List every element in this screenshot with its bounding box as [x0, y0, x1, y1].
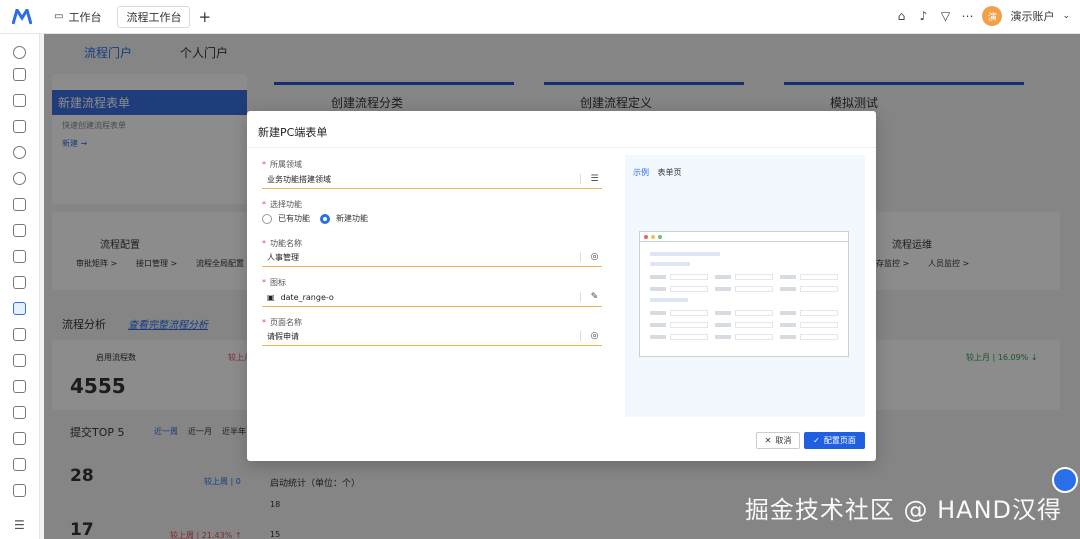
- sidebar-icon[interactable]: [13, 406, 26, 419]
- tab-process-workbench[interactable]: 流程工作台: [117, 5, 191, 28]
- preview-header: 示例 表单页: [633, 167, 682, 178]
- collapse-icon[interactable]: ☰: [14, 518, 25, 532]
- user-name[interactable]: 演示账户: [1010, 8, 1054, 24]
- form-preview: 示例 表单页: [625, 155, 865, 417]
- close-icon: ✕: [764, 436, 772, 445]
- new-pc-form-dialog: 新建PC端表单 * 所属领域 业务功能搭建领域 ☰ * 选择功能 已有功能 新建功能…: [247, 111, 876, 461]
- globe-icon[interactable]: ◎: [580, 331, 598, 341]
- top-right-tools: ⌂ ♪ ▽ ⋯ 演 演示账户 ⌄: [894, 6, 1070, 26]
- sidebar-icon[interactable]: [13, 432, 26, 445]
- sidebar-icon[interactable]: [13, 276, 26, 289]
- radio-existing[interactable]: [262, 213, 272, 224]
- icon-field[interactable]: ▣ date_range-o ✎: [262, 289, 602, 307]
- mock-titlebar: [640, 232, 848, 242]
- sidebar-icon[interactable]: [13, 68, 26, 81]
- more-icon[interactable]: ⋯: [960, 9, 974, 23]
- sidebar-icon[interactable]: [13, 484, 26, 497]
- chevron-down-icon[interactable]: ⌄: [1062, 11, 1070, 21]
- cancel-button[interactable]: ✕ 取消: [756, 432, 800, 449]
- sidebar-icon-active[interactable]: [13, 302, 26, 315]
- shirt-icon[interactable]: ▽: [938, 9, 952, 23]
- search-icon[interactable]: [13, 46, 26, 59]
- page-name-field[interactable]: 请假申请 ◎: [262, 328, 602, 346]
- check-icon: ✓: [813, 436, 820, 445]
- func-name-label: * 功能名称: [262, 239, 302, 248]
- sidebar-icon[interactable]: [13, 146, 26, 159]
- preview-example-link[interactable]: 示例: [633, 168, 649, 177]
- tab-label: 工作台: [68, 10, 102, 24]
- sidebar-icon[interactable]: [13, 120, 26, 133]
- icon-label: * 图标: [262, 278, 286, 287]
- preview-title: 表单页: [657, 168, 682, 177]
- bell-icon[interactable]: ♪: [916, 9, 930, 23]
- sidebar: ☰: [0, 34, 40, 539]
- preview-mock-window: [639, 231, 849, 357]
- edit-icon[interactable]: ✎: [580, 292, 598, 302]
- top-bar: ▭ 工作台 流程工作台 + ⌂ ♪ ▽ ⋯ 演 演示账户 ⌄: [0, 0, 1080, 34]
- sidebar-icon[interactable]: [13, 458, 26, 471]
- radio-new[interactable]: [320, 213, 330, 224]
- app-logo[interactable]: [12, 7, 38, 27]
- func-name-field[interactable]: 人事管理 ◎: [262, 249, 602, 267]
- calendar-icon: ▣: [267, 293, 275, 302]
- sidebar-icon[interactable]: [13, 250, 26, 263]
- sidebar-icon[interactable]: [13, 172, 26, 185]
- domain-label: * 所属领域: [262, 160, 302, 169]
- choose-radio-group: 已有功能 新建功能: [262, 213, 368, 224]
- sidebar-icon[interactable]: [13, 380, 26, 393]
- dialog-title: 新建PC端表单: [258, 126, 328, 139]
- add-tab-button[interactable]: +: [198, 8, 211, 26]
- watermark: 掘金技术社区 @ HAND汉得: [744, 496, 1062, 524]
- tab-workbench[interactable]: ▭ 工作台: [46, 6, 109, 28]
- sidebar-icon[interactable]: [13, 198, 26, 211]
- configure-page-button[interactable]: ✓ 配置页面: [804, 432, 865, 449]
- divider: [247, 147, 876, 148]
- radio-existing-label[interactable]: 已有功能: [278, 213, 310, 224]
- sidebar-icon[interactable]: [13, 354, 26, 367]
- avatar[interactable]: 演: [982, 6, 1003, 26]
- page-name-label: * 页面名称: [262, 318, 302, 327]
- sidebar-icon[interactable]: [13, 94, 26, 107]
- monitor-icon: ▭: [54, 11, 64, 22]
- globe-icon[interactable]: ◎: [580, 252, 598, 262]
- radio-new-label[interactable]: 新建功能: [336, 213, 368, 224]
- sidebar-icon[interactable]: [13, 328, 26, 341]
- tab-label: 流程工作台: [126, 10, 182, 24]
- choose-label: * 选择功能: [262, 200, 302, 209]
- home-icon[interactable]: ⌂: [894, 9, 908, 23]
- list-icon[interactable]: ☰: [580, 174, 599, 184]
- sidebar-icon[interactable]: [13, 224, 26, 237]
- domain-field[interactable]: 业务功能搭建领域 ☰: [262, 171, 602, 189]
